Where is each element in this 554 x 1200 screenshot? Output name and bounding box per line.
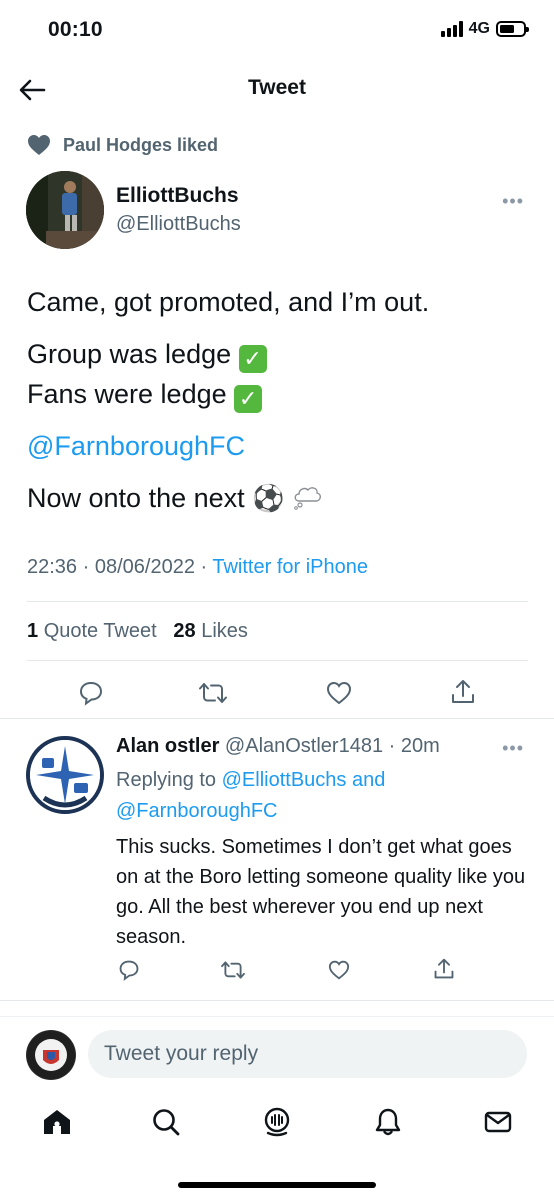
retweet-icon <box>221 961 245 979</box>
more-options-icon[interactable]: ••• <box>502 738 524 759</box>
retweet-button[interactable] <box>219 957 247 983</box>
avatar[interactable] <box>26 736 104 814</box>
share-button[interactable] <box>431 956 457 982</box>
reply-header: Alan ostler @AlanOstler1481 · 20m <box>116 735 440 757</box>
reply-icon <box>119 960 139 981</box>
status-bar: 00:10 4G <box>0 0 554 62</box>
retweet-icon <box>199 683 227 703</box>
social-context-label: Paul Hodges liked <box>63 134 219 155</box>
tab-spaces[interactable] <box>257 1102 297 1142</box>
tweet-text: Came, got promoted, and I’m out. Group w… <box>27 282 528 531</box>
heart-filled-icon <box>28 135 50 155</box>
divider <box>27 601 528 602</box>
home-icon <box>44 1110 70 1134</box>
avatar[interactable] <box>26 1030 76 1080</box>
thought-balloon-emoji-icon <box>294 487 321 510</box>
tweet-line: Now onto the next <box>27 483 245 513</box>
more-options-icon[interactable]: ••• <box>502 191 524 212</box>
divider <box>0 1016 554 1017</box>
tweet-line: Group was ledge <box>27 339 232 369</box>
notifications-icon <box>375 1108 401 1136</box>
tweet-author: ElliottBuchs @ElliottBuchs ••• <box>26 171 528 251</box>
likes-label: Likes <box>201 620 248 642</box>
reply-author-handle[interactable]: @AlanOstler1481 <box>225 735 383 757</box>
replying-to: Replying to @ElliottBuchs and @Farnborou… <box>116 765 516 827</box>
check-mark-emoji-icon: ✓ <box>234 385 263 413</box>
reply-composer <box>0 1022 554 1086</box>
status-indicators: 4G <box>440 20 529 38</box>
top-nav: Tweet <box>0 62 554 118</box>
avatar-photo <box>26 171 104 249</box>
reply-tweet[interactable]: Alan ostler @AlanOstler1481 · 20m ••• Re… <box>0 730 554 1000</box>
likes-count: 28 <box>173 620 196 642</box>
divider <box>27 660 528 661</box>
tweet-lines-group: Group was ledge ✓ Fans were ledge ✓ <box>27 334 528 414</box>
reply-text: This sucks. Sometimes I don’t get what g… <box>116 836 526 948</box>
replying-label: Replying to <box>116 769 217 791</box>
reply-age: 20m <box>400 735 440 757</box>
mention-link[interactable]: @FarnboroughFC <box>27 431 245 461</box>
tweet-line: Came, got promoted, and I’m out. <box>27 287 430 317</box>
share-button[interactable] <box>446 675 480 709</box>
tweet-date: 08/06/2022 <box>94 556 195 578</box>
tweet-source[interactable]: Twitter for iPhone <box>212 556 368 578</box>
battery-icon <box>496 21 529 37</box>
avatar[interactable] <box>26 171 104 249</box>
network-type: 4G <box>468 20 490 37</box>
like-button[interactable] <box>326 958 352 982</box>
tab-home[interactable] <box>37 1102 77 1142</box>
social-context[interactable]: Paul Hodges liked <box>27 134 218 156</box>
heart-icon <box>328 960 350 980</box>
heart-icon <box>326 681 352 705</box>
reply-icon <box>79 681 103 706</box>
status-time: 00:10 <box>48 18 103 41</box>
tweet-time: 22:36 <box>27 556 78 578</box>
tab-notifications[interactable] <box>368 1102 408 1142</box>
club-crest-icon <box>30 740 100 810</box>
tweet-meta: 22:36 · 08/06/2022 · Twitter for iPhone <box>27 556 368 578</box>
check-mark-emoji-icon: ✓ <box>238 345 267 373</box>
quote-tweets-stat[interactable]: 1 Quote Tweet <box>27 620 157 642</box>
author-name[interactable]: ElliottBuchs <box>116 184 239 208</box>
like-button[interactable] <box>322 676 356 710</box>
club-badge-icon <box>27 1031 75 1079</box>
quote-label: Quote Tweet <box>43 620 157 642</box>
divider <box>0 718 554 719</box>
share-icon <box>452 680 474 703</box>
author-handle[interactable]: @ElliottBuchs <box>116 213 241 236</box>
replying-and: and <box>351 769 386 791</box>
tab-search[interactable] <box>146 1102 186 1142</box>
soccer-ball-emoji-icon: ⚽ <box>252 484 285 514</box>
tweet-stats: 1 Quote Tweet 28 Likes <box>27 620 248 643</box>
retweet-button[interactable] <box>196 676 230 710</box>
search-icon <box>153 1109 180 1136</box>
mention-link[interactable]: @ElliottBuchs <box>222 769 347 791</box>
reply-author-name[interactable]: Alan ostler <box>116 735 219 757</box>
share-icon <box>434 958 454 979</box>
tab-messages[interactable] <box>478 1102 518 1142</box>
mention-link[interactable]: @FarnboroughFC <box>116 800 277 822</box>
reply-button[interactable] <box>116 957 142 983</box>
messages-icon <box>484 1111 512 1133</box>
reply-button[interactable] <box>74 676 108 710</box>
tweet-line: Fans were ledge <box>27 379 227 409</box>
likes-stat[interactable]: 28 Likes <box>173 620 248 642</box>
page-title: Tweet <box>248 76 306 99</box>
quote-count: 1 <box>27 620 39 642</box>
divider <box>0 1000 554 1001</box>
reply-input[interactable] <box>88 1030 527 1078</box>
bottom-tab-bar <box>0 1092 554 1152</box>
spaces-icon <box>264 1107 290 1137</box>
home-indicator <box>178 1182 376 1188</box>
signal-icon <box>440 21 463 37</box>
